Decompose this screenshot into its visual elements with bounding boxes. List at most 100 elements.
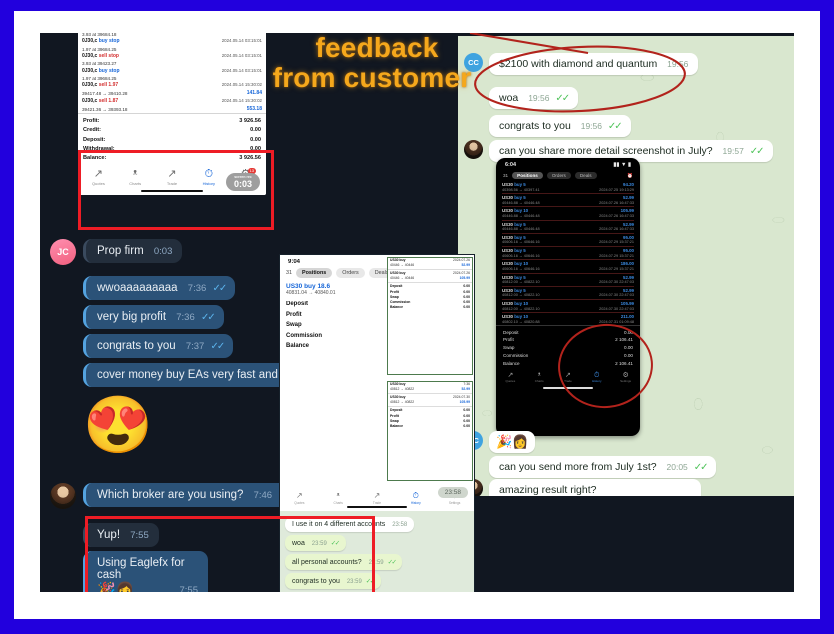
message-row: congrats to you 7:37 ✓✓	[83, 334, 234, 358]
chat-bubble[interactable]: congrats to you 23:59 ✓✓	[285, 573, 381, 589]
message-time: 23:59	[346, 579, 362, 585]
right-whatsapp-chat-panel: CC $2100 with diamond and quantum 19:56 …	[458, 36, 794, 496]
message-row: cover money buy EAs very fast and get	[83, 363, 288, 387]
deal-date: 2024.05.14 03:15:01	[221, 37, 262, 43]
summary-row: Balance: 3 926.56	[83, 154, 261, 163]
nav-trade[interactable]: ↗ Trade	[554, 372, 583, 383]
deal-row: US30 buy 5 94.20 40398.56 → 40397.41 2024.0…	[502, 182, 634, 195]
reaction-emoji: 🎉👩	[97, 582, 135, 592]
clock-icon[interactable]: ⏰	[627, 173, 633, 179]
middle-whatsapp-section: ↗Quotes ᵜCharts ↗Trade ⏱History ⚙Setting…	[280, 485, 474, 592]
deal-price: 1.97 at 39684.25	[82, 76, 117, 82]
summary-value: 3 926.56	[239, 154, 261, 161]
tab-positions[interactable]: Positions	[296, 268, 333, 278]
deal-row: US30 buy 10 105.99 40812.00 → 40822.10 2024…	[502, 301, 634, 314]
read-receipt-icon: ✓✓	[387, 559, 397, 566]
deal-value: 553.18	[246, 105, 262, 112]
deal-side: buy stop	[98, 67, 120, 74]
deal-symbol: 0J30,c	[82, 37, 98, 44]
deal-list: US30 buy 5 94.20 40398.56 → 40397.41 2024.0…	[496, 182, 640, 325]
chat-bubble[interactable]: I use it on 4 different accounts 23:58	[285, 517, 415, 532]
summary-label: Credit:	[83, 127, 102, 134]
chat-bubble[interactable]: congrats to you 7:37 ✓✓	[83, 334, 234, 358]
account-side: buy 18.6	[304, 283, 331, 290]
trade-icon: ↗	[167, 167, 177, 180]
message-time: 23:59	[368, 560, 384, 566]
nav-settings[interactable]: ⚙Settings	[611, 372, 640, 383]
message-text: amazing result right?	[499, 484, 597, 496]
chat-bubble[interactable]: Yup! 7:55	[83, 523, 159, 547]
message-row: very big profit 7:36 ✓✓	[83, 305, 224, 329]
read-receipt-icon: ✓✓	[330, 540, 340, 547]
tab-positions[interactable]: Positions	[512, 172, 543, 179]
mt5-tab-quotes[interactable]: ↗ Quotes	[80, 168, 117, 186]
chat-bubble[interactable]: Prop firm 0:03	[83, 239, 183, 263]
chat-bubble[interactable]: congrats to you 19:56 ✓✓	[489, 115, 631, 137]
read-receipt-icon: ✓✓	[200, 312, 216, 323]
nav-trade[interactable]: ↗ Trade	[358, 491, 397, 505]
screen-recording-timer: screen rec 0:03	[225, 172, 260, 191]
chat-bubble[interactable]: Using Eaglefx for cash 🎉👩 7:55	[83, 551, 208, 592]
mt5-deal-row: 0J30,c buy stop 2024.05.14 03:15:01 1.97 …	[82, 68, 262, 83]
status-bar: 6:04 ▮▮ ▼ ▮	[496, 158, 640, 170]
mt5-bottom-navbar[interactable]: ↗Quotes ᵜCharts ↗Trade ⏱History ⚙Setting…	[496, 369, 640, 385]
chat-bubble[interactable]: $2100 with diamond and quantum 19:56	[489, 53, 699, 75]
tab-orders[interactable]: Orders	[336, 268, 365, 278]
message-time: 7:55	[179, 585, 199, 592]
tab-deals[interactable]: Deals	[574, 172, 597, 179]
chat-bubble[interactable]: Which broker are you using? 7:46 ✓✓	[83, 483, 302, 507]
mt5-deal-row: 0J30,c sell 1.87 2024.05.14 15:30:02 3942…	[82, 98, 262, 114]
chat-bubble[interactable]: woa 23:59 ✓✓	[285, 535, 346, 551]
message-time: 7:37	[185, 341, 205, 352]
chat-bubble[interactable]: cover money buy EAs very fast and get	[83, 363, 288, 387]
avatar: JC	[50, 239, 76, 265]
tab-strip[interactable]: 31 Positions Orders Deals ⏰	[496, 170, 640, 182]
tab-orders[interactable]: Orders	[546, 172, 571, 179]
quotes-icon: ↗	[507, 371, 514, 379]
avatar: CC	[464, 53, 483, 72]
chat-bubble[interactable]: wwoaaaaaaaaa 7:36 ✓✓	[83, 276, 236, 300]
deal-date: 2024.05.14 03:15:01	[221, 52, 262, 58]
deal-row: US30 buy 5 52.99 40446.88 → 40446.48 2024.0…	[502, 222, 634, 234]
chat-bubble[interactable]: woa 19:56 ✓✓	[489, 87, 579, 109]
mt5-tab-trade[interactable]: ↗ Trade	[154, 167, 191, 186]
mt5-tab-history[interactable]: ⏱ History	[190, 168, 227, 186]
message-time: 0:03	[153, 246, 173, 257]
chat-bubble[interactable]: amazing result right? congrats to you ag…	[489, 479, 702, 496]
status-icons: ▮▮ ▼ ▮	[613, 162, 631, 168]
message-time: 23:58	[392, 522, 408, 528]
chat-bubble[interactable]: very big profit 7:36 ✓✓	[83, 305, 224, 329]
message-text: I use it on 4 different accounts	[292, 521, 386, 528]
read-receipt-icon: ✓✓	[749, 146, 765, 157]
outer-border: 0J30,c buy stop 2024.05.14 03:15:01 3.93 …	[0, 0, 834, 634]
summary-row: Commission0.00	[503, 352, 633, 358]
read-receipt-icon: ✓✓	[210, 341, 226, 352]
nav-quotes[interactable]: ↗ Quotes	[280, 491, 319, 505]
reaction-bubble[interactable]: 🎉👩	[489, 431, 536, 453]
nav-quotes[interactable]: ↗ Quotes	[496, 372, 525, 383]
chat-bubble[interactable]: can you send more from July 1st? 20:05 ✓…	[489, 456, 717, 478]
message-row: woa 19:56 ✓✓	[489, 87, 579, 109]
summary-row: Profit: 3 926.56	[83, 117, 261, 126]
message-time: 19:56	[528, 93, 550, 103]
mini-screenshot-1: US30 buy 2024.07.26 40446 → 40446 52.99 US…	[387, 257, 473, 375]
nav-history[interactable]: ⏱ History	[582, 372, 611, 383]
nav-charts[interactable]: ᵜ Charts	[525, 372, 554, 383]
message-row: JC Prop firm 0:03	[50, 239, 183, 265]
deal-row: US30 buy 5 52.99 40812.00 → 40822.10 2024.0…	[502, 275, 634, 287]
chat-bubble[interactable]: all personal accounts? 23:59 ✓✓	[285, 554, 403, 570]
mt5-tab-charts[interactable]: ᵜ Charts	[117, 168, 154, 186]
deal-row: US30 buy 5 95.00 40606.16 → 40646.16 2024.0…	[502, 235, 634, 248]
deal-row: US30 buy 5 52.99 40812.00 → 40822.10 2024.0…	[502, 288, 634, 301]
message-text: Which broker are you using?	[97, 489, 244, 501]
nav-charts[interactable]: ᵜ Charts	[319, 491, 358, 505]
middle-phone-screenshot: 9:04 ▮▮▮ ▼ ▮ 31 Positions Orders Deals ⏰…	[280, 255, 474, 592]
summary-row: Balance 2 106.41	[503, 360, 633, 366]
summary-label: Balance:	[83, 154, 107, 161]
nav-history[interactable]: ⏱ History	[396, 491, 435, 505]
message-row: amazing result right? congrats to you ag…	[464, 479, 702, 496]
embedded-mt5-screenshot: 6:04 ▮▮ ▼ ▮ 31 Positions Orders Deals ⏰ …	[496, 158, 640, 436]
message-text: Prop firm	[97, 245, 144, 257]
deal-side: sell stop	[98, 52, 119, 59]
message-text: Yup!	[97, 529, 121, 541]
